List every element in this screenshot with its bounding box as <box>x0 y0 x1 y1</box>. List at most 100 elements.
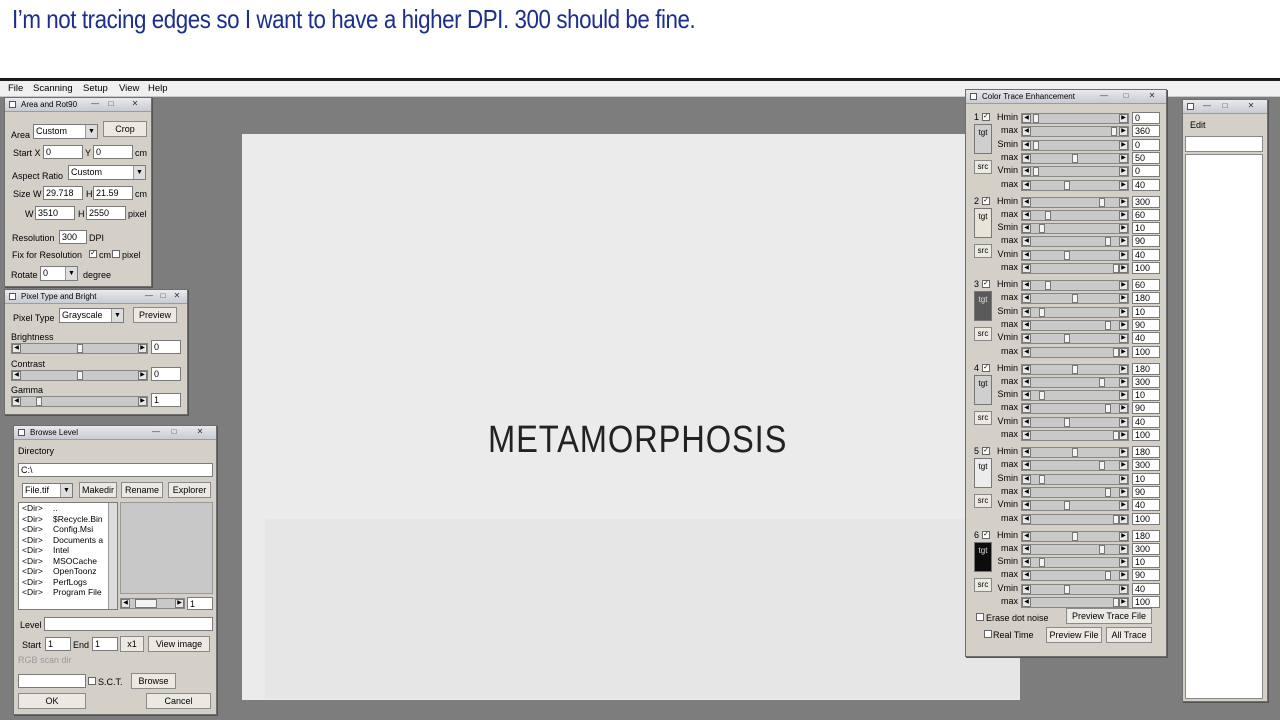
range-value-field[interactable]: 10 <box>1132 389 1160 402</box>
list-item[interactable]: <Dir> OpenToonz <box>22 566 117 577</box>
arrow-right-icon[interactable]: ▶ <box>1119 224 1128 234</box>
crop-button[interactable]: Crop <box>103 121 147 137</box>
arrow-left-icon[interactable]: ◀ <box>1022 264 1031 273</box>
list-item[interactable]: <Dir> PerfLogs <box>22 577 117 588</box>
range-value-field[interactable]: 10 <box>1132 305 1160 318</box>
slider-thumb[interactable] <box>1063 584 1070 594</box>
area-window-titlebar[interactable]: Area and Rot90 — □ ✕ <box>5 98 151 112</box>
arrow-right-icon[interactable]: ▶ <box>1119 127 1128 137</box>
list-scrollbar[interactable] <box>108 503 117 609</box>
slider-thumb[interactable] <box>1039 558 1046 568</box>
range-value-field[interactable]: 90 <box>1132 485 1160 498</box>
maximize-icon[interactable]: □ <box>1118 92 1134 101</box>
arrow-left-icon[interactable]: ◀ <box>121 599 130 608</box>
range-slider[interactable]: ◀ ▶ <box>1021 152 1129 164</box>
arrow-right-icon[interactable]: ▶ <box>1119 598 1128 607</box>
slider-thumb[interactable] <box>1044 281 1051 290</box>
arrow-left-icon[interactable]: ◀ <box>1022 224 1031 234</box>
range-slider[interactable]: ◀ ▶ <box>1021 126 1129 138</box>
arrow-right-icon[interactable]: ▶ <box>1119 237 1128 247</box>
arrow-left-icon[interactable]: ◀ <box>1022 167 1031 177</box>
range-value-field[interactable]: 40 <box>1132 332 1160 345</box>
ok-button[interactable]: OK <box>18 693 86 709</box>
range-value-field[interactable]: 180 <box>1132 446 1160 458</box>
cancel-button[interactable]: Cancel <box>146 693 211 709</box>
range-value-field[interactable]: 300 <box>1132 459 1160 472</box>
range-value-field[interactable]: 50 <box>1132 151 1160 164</box>
contrast-slider[interactable]: ◀ ▶ <box>11 370 148 381</box>
arrow-left-icon[interactable]: ◀ <box>1022 153 1031 163</box>
arrow-right-icon[interactable]: ▶ <box>1119 281 1128 290</box>
width-cm-field[interactable]: 29.718 <box>43 186 83 200</box>
slider-thumb[interactable] <box>1099 461 1106 471</box>
arrow-right-icon[interactable]: ▶ <box>1119 544 1128 554</box>
slider-thumb[interactable] <box>1104 237 1111 247</box>
arrow-right-icon[interactable]: ▶ <box>1119 571 1128 581</box>
directory-field[interactable]: C:\ <box>18 463 213 477</box>
explorer-button[interactable]: Explorer <box>168 482 211 498</box>
height-cm-field[interactable]: 21.59 <box>93 186 133 200</box>
list-item[interactable]: <Dir> Intel <box>22 545 117 556</box>
arrow-left-icon[interactable]: ◀ <box>1022 347 1031 357</box>
arrow-right-icon[interactable]: ▶ <box>1119 391 1128 401</box>
range-value-field[interactable]: 100 <box>1132 596 1160 608</box>
arrow-left-icon[interactable]: ◀ <box>1022 320 1031 330</box>
arrow-left-icon[interactable]: ◀ <box>1022 474 1031 484</box>
file-type-select[interactable]: File.tif ▼ <box>22 483 73 498</box>
range-slider[interactable]: ◀ ▶ <box>1021 166 1129 178</box>
arrow-left-icon[interactable]: ◀ <box>1022 237 1031 247</box>
arrow-left-icon[interactable]: ◀ <box>1022 294 1031 304</box>
slider-thumb[interactable] <box>1063 501 1070 511</box>
arrow-right-icon[interactable]: ▶ <box>1119 461 1128 471</box>
range-slider[interactable]: ◀ ▶ <box>1021 430 1129 441</box>
range-value-field[interactable]: 60 <box>1132 208 1160 221</box>
range-slider[interactable]: ◀ ▶ <box>1021 249 1129 261</box>
arrow-right-icon[interactable]: ▶ <box>1119 514 1128 524</box>
slider-thumb[interactable] <box>1044 210 1051 220</box>
minimize-icon[interactable]: — <box>148 428 164 437</box>
range-value-field[interactable]: 40 <box>1132 415 1160 428</box>
range-slider[interactable]: ◀ ▶ <box>1021 530 1129 542</box>
arrow-left-icon[interactable]: ◀ <box>1022 431 1031 440</box>
arrow-left-icon[interactable]: ◀ <box>1022 461 1031 471</box>
arrow-left-icon[interactable]: ◀ <box>12 397 21 406</box>
slider-thumb[interactable] <box>1063 334 1070 344</box>
close-icon[interactable]: ✕ <box>127 100 143 109</box>
group-enable-checkbox[interactable]: ✓ <box>982 196 990 205</box>
arrow-right-icon[interactable]: ▶ <box>1119 140 1128 150</box>
range-value-field[interactable]: 300 <box>1132 195 1160 208</box>
arrow-right-icon[interactable]: ▶ <box>1119 474 1128 484</box>
rotate-select[interactable]: 0 ▼ <box>40 266 78 281</box>
start-x-field[interactable]: 0 <box>43 145 83 159</box>
arrow-right-icon[interactable]: ▶ <box>1119 180 1128 190</box>
width-pixel-field[interactable]: 3510 <box>35 206 75 220</box>
range-value-field[interactable]: 100 <box>1132 262 1160 274</box>
browse-button[interactable]: Browse <box>131 673 176 689</box>
arrow-right-icon[interactable]: ▶ <box>1119 294 1128 304</box>
area-select[interactable]: Custom ▼ <box>33 124 98 139</box>
arrow-right-icon[interactable]: ▶ <box>1119 501 1128 511</box>
arrow-right-icon[interactable]: ▶ <box>1119 487 1128 497</box>
range-value-field[interactable]: 90 <box>1132 318 1160 331</box>
arrow-left-icon[interactable]: ◀ <box>1022 210 1031 220</box>
contrast-field[interactable]: 0 <box>151 367 181 381</box>
arrow-right-icon[interactable]: ▶ <box>138 397 147 406</box>
list-item[interactable]: <Dir>.. <box>22 503 117 514</box>
minimize-icon[interactable]: — <box>1199 102 1215 111</box>
edit-panel-titlebar[interactable]: — □ ✕ <box>1183 100 1267 114</box>
range-slider[interactable]: ◀ ▶ <box>1021 263 1129 274</box>
range-slider[interactable]: ◀ ▶ <box>1021 179 1129 191</box>
level-field[interactable] <box>44 617 213 631</box>
color-trace-titlebar[interactable]: Color Trace Enhancement — □ ✕ <box>966 90 1166 104</box>
range-slider[interactable]: ◀ ▶ <box>1021 513 1129 525</box>
range-slider[interactable]: ◀ ▶ <box>1021 460 1129 472</box>
view-image-button[interactable]: View image <box>148 636 210 652</box>
makedir-button[interactable]: Makedir <box>79 482 117 498</box>
slider-thumb[interactable] <box>1099 377 1106 387</box>
range-slider[interactable]: ◀ ▶ <box>1021 473 1129 485</box>
range-slider[interactable]: ◀ ▶ <box>1021 447 1129 458</box>
menu-view[interactable]: View <box>119 83 139 94</box>
rename-button[interactable]: Rename <box>121 482 163 498</box>
range-slider[interactable]: ◀ ▶ <box>1021 390 1129 402</box>
range-slider[interactable]: ◀ ▶ <box>1021 346 1129 358</box>
